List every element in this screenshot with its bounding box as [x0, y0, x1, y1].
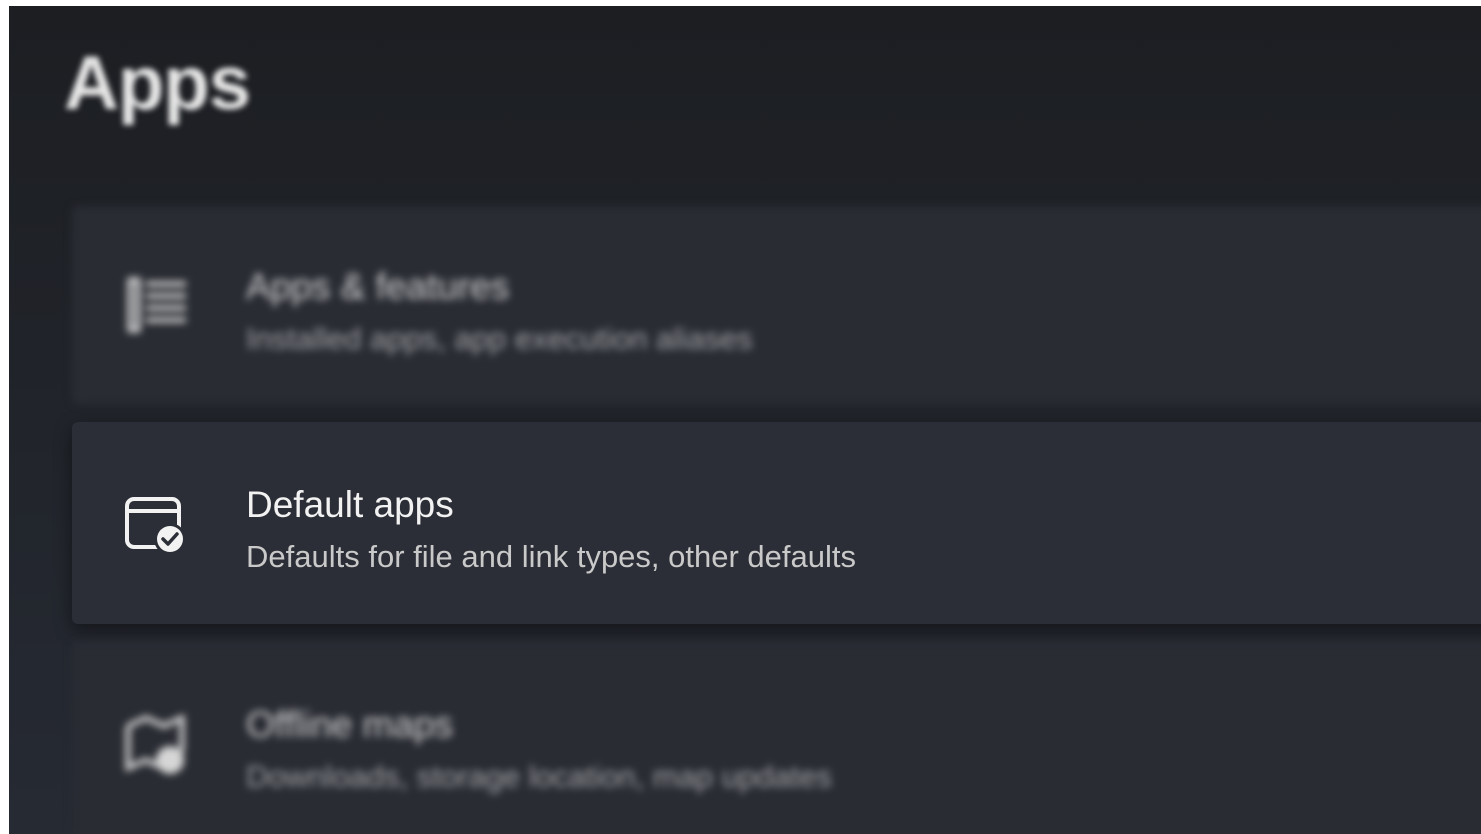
card-title: Default apps [246, 484, 454, 525]
card-subtitle: Downloads, storage location, map updates [246, 759, 832, 794]
card-subtitle: Defaults for file and link types, other … [246, 539, 856, 574]
default-apps-icon [124, 492, 190, 558]
settings-window: Apps Apps & features Installed apps, app… [9, 6, 1481, 834]
card-subtitle: Installed apps, app execution aliases [246, 321, 753, 356]
default-apps-card[interactable]: Default apps Defaults for file and link … [72, 422, 1481, 624]
card-title: Offline maps [246, 704, 454, 745]
page-title: Apps [64, 41, 251, 126]
offline-maps-card[interactable]: Offline maps Downloads, storage location… [72, 642, 1481, 834]
card-title: Apps & features [246, 266, 510, 307]
apps-and-features-card[interactable]: Apps & features Installed apps, app exec… [72, 206, 1481, 404]
list-icon [124, 272, 190, 338]
offline-maps-icon [124, 712, 190, 778]
